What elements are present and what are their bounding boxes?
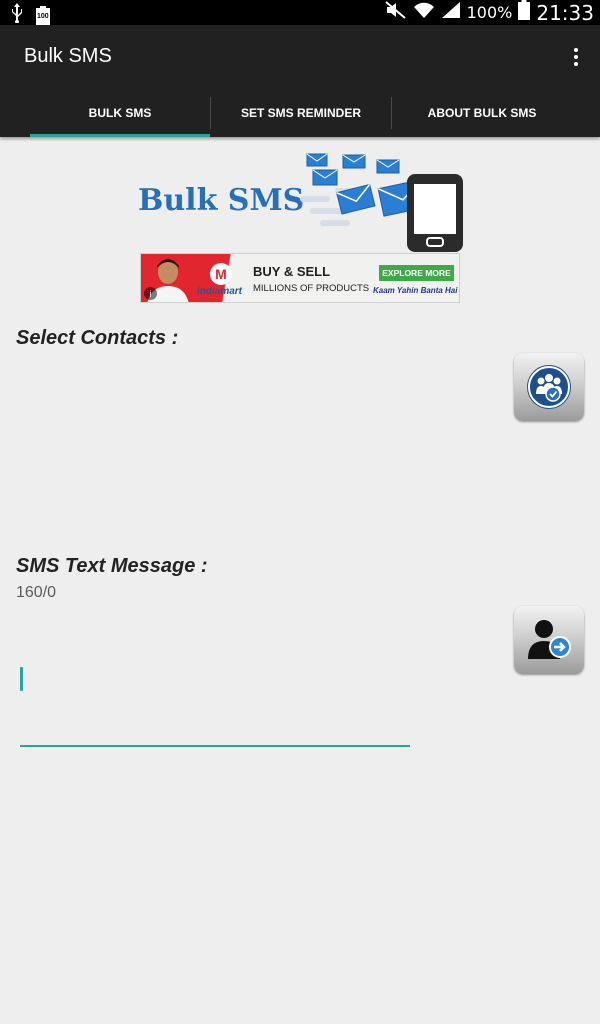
select-contacts-button[interactable] xyxy=(514,353,584,421)
sms-input-underline xyxy=(20,745,410,747)
tab-bulk-sms[interactable]: BULK SMS xyxy=(30,89,210,137)
ad-headline: BUY & SELL xyxy=(253,264,331,279)
sms-text-input[interactable] xyxy=(20,655,410,743)
ad-info-icon[interactable]: i xyxy=(144,287,157,300)
app-bar: Bulk SMS xyxy=(0,25,600,89)
user-arrow-icon xyxy=(528,620,571,659)
more-vert-icon[interactable] xyxy=(568,45,584,69)
select-contacts-label: Select Contacts : xyxy=(16,327,179,349)
battery-icon xyxy=(518,0,531,25)
tab-about-bulk-sms[interactable]: ABOUT BULK SMS xyxy=(392,89,572,137)
bulk-sms-logo: Bulk SMS xyxy=(135,148,470,254)
clock: 21:33 xyxy=(536,0,594,25)
contacts-group-icon xyxy=(527,365,571,409)
ad-tagline: Kaam Yahin Banta Hai xyxy=(373,286,458,295)
ad-banner[interactable]: M indiamart BUY & SELL MILLIONS OF PRODU… xyxy=(140,253,460,303)
ad-explore-button[interactable]: EXPLORE MORE xyxy=(379,265,454,281)
send-to-contacts-button[interactable] xyxy=(514,606,584,674)
battery-percent: 100% xyxy=(466,3,513,22)
text-cursor xyxy=(20,667,23,691)
indiamart-logo: M xyxy=(210,263,232,285)
envelopes-phone-icon xyxy=(300,153,463,252)
wifi-icon xyxy=(413,1,435,24)
status-bar: 100 100% 21:33 xyxy=(0,0,600,26)
battery-100-icon: 100 xyxy=(36,5,50,26)
mute-icon xyxy=(384,1,407,24)
ad-brand: indiamart xyxy=(197,286,243,297)
tab-indicator xyxy=(30,134,210,137)
ad-subline: MILLIONS OF PRODUCTS xyxy=(253,283,370,294)
tab-set-sms-reminder[interactable]: SET SMS REMINDER xyxy=(211,89,391,137)
tab-bar: BULK SMS SET SMS REMINDER ABOUT BULK SMS xyxy=(0,89,600,137)
sms-text-label: SMS Text Message : xyxy=(16,555,208,577)
char-counter: 160/0 xyxy=(16,584,57,601)
battery-badge: 100 xyxy=(37,12,49,20)
app-title: Bulk SMS xyxy=(24,45,112,67)
signal-icon xyxy=(441,1,461,24)
